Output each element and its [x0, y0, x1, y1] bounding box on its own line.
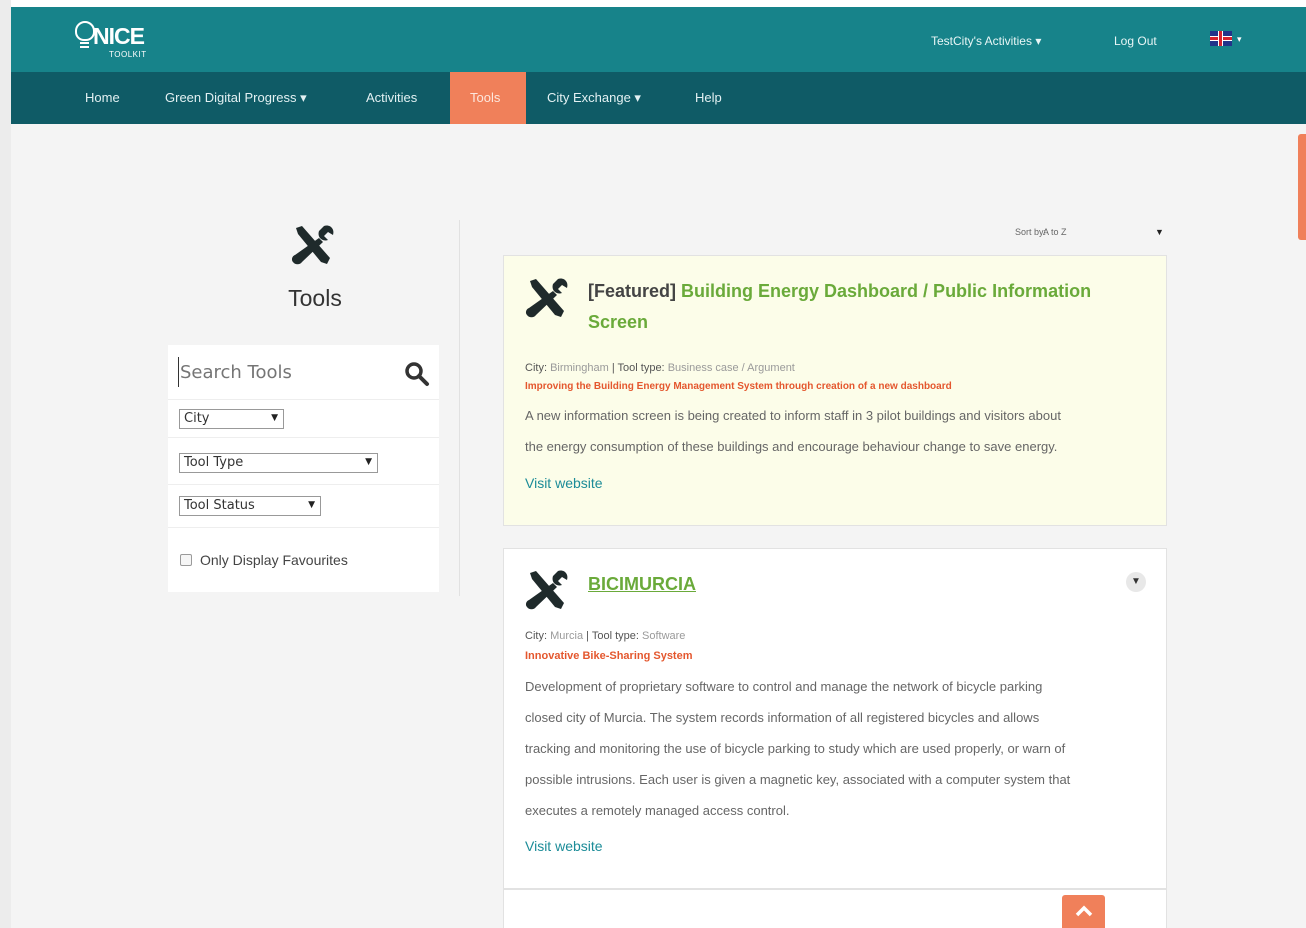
nav-home[interactable]: Home: [75, 72, 130, 124]
uk-flag-icon[interactable]: [1210, 31, 1232, 46]
tool-title-line2: Screen: [588, 312, 649, 332]
description-line: executes a remotely managed access contr…: [525, 803, 790, 818]
description-line: A new information screen is being create…: [525, 408, 1061, 423]
tool-description: Development of proprietary software to c…: [525, 671, 1150, 826]
side-feedback-tab[interactable]: [1298, 134, 1306, 240]
scroll-to-top-button[interactable]: [1062, 895, 1105, 928]
description-line: the energy consumption of these building…: [525, 439, 1058, 454]
tool-status-select-caret-icon: ▼: [308, 500, 315, 510]
divider: [168, 484, 439, 485]
city-value: Murcia: [550, 630, 584, 642]
tool-status-select[interactable]: Tool Status ▼: [179, 496, 321, 516]
tool-description: A new information screen is being create…: [525, 400, 1150, 462]
wrench-screwdriver-icon: [290, 224, 336, 268]
search-input[interactable]: [178, 357, 388, 387]
tool-title-line1: Building Energy Dashboard / Public Infor…: [681, 281, 1092, 301]
nav-green-digital-progress[interactable]: Green Digital Progress ▾: [155, 72, 317, 124]
tool-type-label: Tool type:: [617, 362, 665, 374]
city-label: City:: [525, 630, 547, 642]
visit-website-link[interactable]: Visit website: [525, 838, 603, 854]
page-title: Tools: [288, 285, 342, 311]
lightbulb-icon: [75, 21, 95, 41]
divider: [168, 437, 439, 438]
wrench-screwdriver-icon: [524, 569, 570, 613]
tool-subtitle: Innovative Bike-Sharing System: [525, 650, 693, 662]
logo-subtitle: TOOLKIT: [109, 50, 147, 59]
sort-value: A to Z: [1043, 227, 1067, 237]
favourites-filter[interactable]: Only Display Favourites: [180, 552, 348, 568]
featured-prefix: [Featured]: [588, 281, 677, 301]
sort-select[interactable]: Sort by: A to Z ▼: [1015, 227, 1164, 237]
city-select-value: City: [184, 411, 210, 426]
logout-link[interactable]: Log Out: [1114, 34, 1157, 48]
tool-title-link[interactable]: BICIMURCIA: [588, 569, 696, 600]
tool-status-select-value: Tool Status: [184, 498, 255, 513]
city-value: Birmingham: [550, 362, 609, 374]
tool-type-select-caret-icon: ▼: [365, 457, 372, 467]
chevron-down-icon[interactable]: ▼: [1126, 572, 1146, 592]
filter-panel: City ▼ Tool Type ▼ Tool Status ▼ Only Displ…: [168, 345, 439, 592]
tool-card-featured: [Featured] Building Energy Dashboard / P…: [503, 255, 1167, 526]
tool-type-value: Software: [642, 630, 686, 642]
divider: [168, 527, 439, 528]
search-icon[interactable]: [404, 361, 430, 387]
city-label: City:: [525, 362, 547, 374]
description-line: Development of proprietary software to c…: [525, 679, 1043, 694]
column-divider: [459, 220, 460, 596]
tool-meta: City: Murcia | Tool type: Software: [525, 630, 685, 642]
city-select-caret-icon: ▼: [271, 413, 278, 423]
nav-city-exchange[interactable]: City Exchange ▾: [537, 72, 651, 124]
tool-type-select[interactable]: Tool Type ▼: [179, 453, 378, 473]
main-nav: Home Green Digital Progress ▾ Activities…: [11, 72, 1306, 124]
nav-tools[interactable]: Tools: [450, 72, 526, 124]
tool-type-label: Tool type:: [591, 630, 639, 642]
meta-separator: |: [586, 630, 589, 642]
wrench-screwdriver-icon: [524, 277, 570, 321]
tool-meta: City: Birmingham | Tool type: Business c…: [525, 362, 795, 374]
description-line: possible intrusions. Each user is given …: [525, 772, 1071, 787]
search-box: [168, 345, 439, 400]
lightbulb-base: [80, 42, 89, 44]
nav-activities[interactable]: Activities: [356, 72, 427, 124]
tool-subtitle: Improving the Building Energy Management…: [525, 381, 952, 392]
logo-word: NICE: [93, 23, 145, 49]
visit-website-link[interactable]: Visit website: [525, 475, 603, 491]
language-caret-icon[interactable]: ▾: [1237, 34, 1242, 45]
tool-type-select-value: Tool Type: [184, 455, 244, 470]
top-edge: [11, 0, 1306, 7]
tool-title[interactable]: [Featured] Building Energy Dashboard / P…: [588, 276, 1091, 338]
tool-type-value: Business case / Argument: [667, 362, 795, 374]
sort-label: Sort by:: [1015, 227, 1047, 237]
description-line: closed city of Murcia. The system record…: [525, 710, 1040, 725]
top-bar: NICE TOOLKIT TestCity's Activities ▾ Log…: [11, 7, 1306, 72]
city-select[interactable]: City ▼: [179, 409, 284, 429]
description-line: tracking and monitoring the use of bicyc…: [525, 741, 1066, 756]
nav-help[interactable]: Help: [685, 72, 732, 124]
favourites-checkbox[interactable]: [180, 554, 192, 566]
city-activities-menu[interactable]: TestCity's Activities ▾: [931, 34, 1041, 48]
tool-card: BICIMURCIA ▼ City: Murcia | Tool type: S…: [503, 548, 1167, 889]
chevron-up-icon: [1075, 905, 1093, 917]
favourites-label: Only Display Favourites: [200, 552, 348, 568]
sort-caret-icon: ▼: [1155, 227, 1164, 237]
meta-separator: |: [611, 362, 615, 374]
left-edge-strip: [0, 0, 11, 928]
